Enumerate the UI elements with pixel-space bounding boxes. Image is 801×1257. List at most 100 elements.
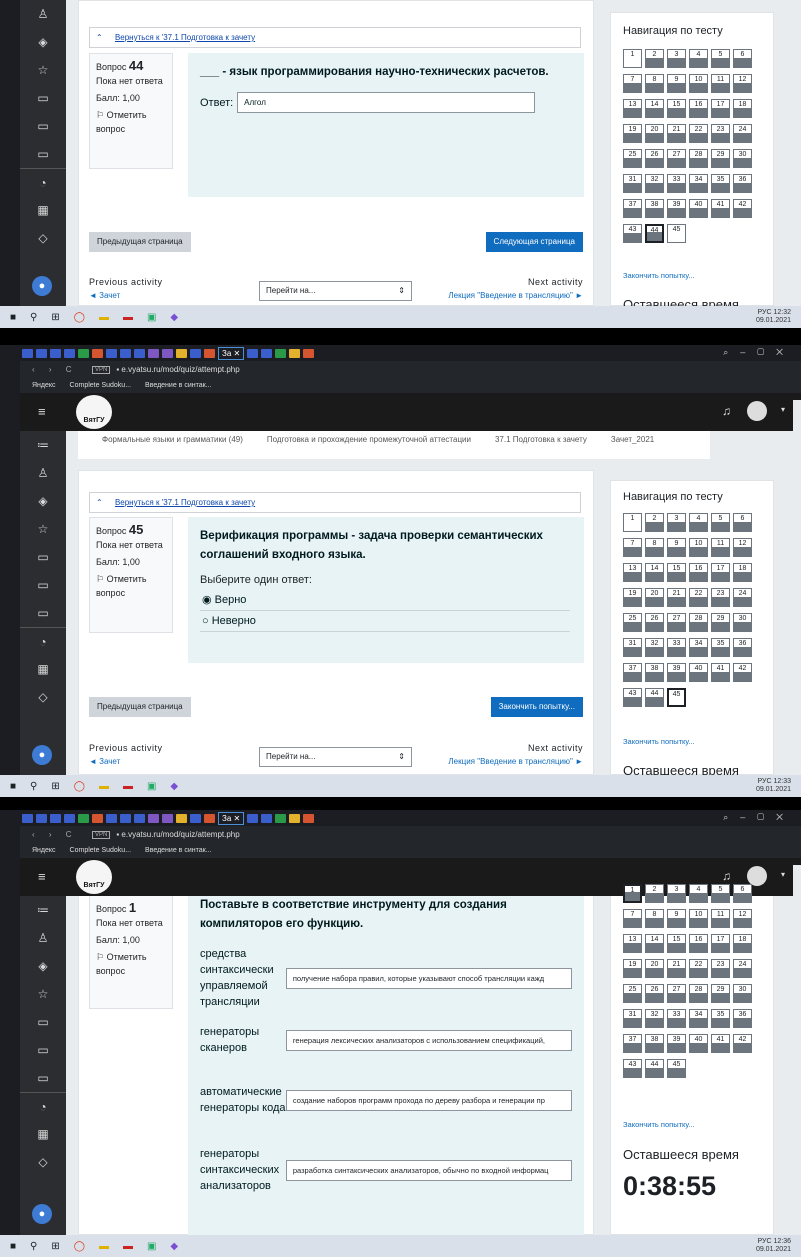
nav-question-5[interactable]: 5 (711, 513, 730, 532)
nav-question-8[interactable]: 8 (645, 74, 664, 93)
back-link[interactable]: ⌃ Вернуться к '37.1 Подготовка к зачету (89, 492, 581, 513)
browser-tab[interactable] (106, 813, 117, 823)
nav-question-2[interactable]: 2 (645, 513, 664, 532)
nav-question-17[interactable]: 17 (711, 99, 730, 118)
browser-tab[interactable] (22, 813, 33, 823)
folder-icon[interactable]: ▭ (20, 543, 66, 571)
nav-question-37[interactable]: 37 (623, 663, 642, 682)
nav-question-10[interactable]: 10 (689, 74, 708, 93)
nav-question-35[interactable]: 35 (711, 638, 730, 657)
nav-arrows-icon[interactable]: ‹ › C (32, 365, 92, 374)
nav-question-2[interactable]: 2 (645, 49, 664, 68)
folder-icon[interactable]: ▭ (20, 1036, 66, 1064)
windows-start-icon[interactable]: ■ (10, 1241, 16, 1252)
nav-question-32[interactable]: 32 (645, 174, 664, 193)
nav-question-3[interactable]: 3 (667, 49, 686, 68)
flag-question[interactable]: ⚐ Отметить вопрос (96, 108, 166, 136)
graduation-icon[interactable]: ◇ (20, 683, 66, 711)
nav-question-24[interactable]: 24 (733, 588, 752, 607)
scrollbar[interactable] (793, 865, 801, 1235)
nav-question-5[interactable]: 5 (711, 884, 730, 903)
star-icon[interactable]: ☆ (20, 515, 66, 543)
browser-tab[interactable] (261, 813, 273, 823)
option-false[interactable]: ○ Неверно (200, 611, 570, 632)
nav-question-13[interactable]: 13 (623, 99, 642, 118)
opera-icon[interactable]: ◯ (74, 312, 85, 323)
list-icon[interactable]: ≔ (20, 431, 66, 459)
nav-question-26[interactable]: 26 (645, 984, 664, 1003)
file-explorer-icon[interactable]: ▬ (99, 781, 109, 792)
file-explorer-icon[interactable]: ▬ (99, 1241, 109, 1252)
nav-question-35[interactable]: 35 (711, 1009, 730, 1028)
nav-question-13[interactable]: 13 (623, 934, 642, 953)
vs-icon[interactable]: ◆ (170, 1241, 178, 1252)
bookmark[interactable]: Введение в синтак... (145, 847, 212, 854)
next-activity-link[interactable]: Лекция "Введение в трансляцию" ► (448, 757, 583, 766)
nav-question-17[interactable]: 17 (711, 563, 730, 582)
nav-question-40[interactable]: 40 (689, 1034, 708, 1053)
breadcrumb-item[interactable]: Формальные языки и грамматики (49) (102, 431, 243, 449)
bookmark[interactable]: Введение в синтак... (145, 382, 212, 389)
browser-tab[interactable] (134, 813, 145, 823)
nav-question-16[interactable]: 16 (689, 563, 708, 582)
app-icon[interactable]: ▬ (123, 1241, 133, 1252)
nav-question-41[interactable]: 41 (711, 1034, 730, 1053)
browser-tab[interactable] (120, 348, 131, 358)
layers-icon[interactable]: ◈ (20, 487, 66, 515)
nav-question-22[interactable]: 22 (689, 588, 708, 607)
browser-tab[interactable] (176, 348, 187, 358)
nav-question-12[interactable]: 12 (733, 538, 752, 557)
nav-question-14[interactable]: 14 (645, 563, 664, 582)
folder-icon[interactable]: ▭ (20, 599, 66, 627)
window-controls[interactable]: ⌕–▢✕ (723, 347, 795, 358)
browser-tab[interactable] (50, 348, 61, 358)
opera-icon[interactable]: ◯ (74, 1241, 85, 1252)
list-icon[interactable]: ≔ (20, 896, 66, 924)
nav-question-36[interactable]: 36 (733, 174, 752, 193)
nav-question-29[interactable]: 29 (711, 149, 730, 168)
menu-icon[interactable]: ≡ (38, 869, 46, 884)
nav-question-8[interactable]: 8 (645, 538, 664, 557)
nav-question-7[interactable]: 7 (623, 74, 642, 93)
folder-icon[interactable]: ▭ (20, 1064, 66, 1092)
nav-question-15[interactable]: 15 (667, 99, 686, 118)
nav-question-28[interactable]: 28 (689, 984, 708, 1003)
browser-tab[interactable] (261, 348, 273, 358)
browser-tab[interactable] (148, 348, 159, 358)
excel-icon[interactable]: ▣ (147, 1241, 156, 1252)
windows-start-icon[interactable]: ■ (10, 312, 16, 323)
folder-icon[interactable]: ▭ (20, 140, 66, 168)
task-view-icon[interactable]: ⊞ (51, 1241, 59, 1252)
site-logo[interactable]: ВятГУ (76, 395, 112, 429)
next-activity-link[interactable]: Лекция "Введение в трансляцию" ► (448, 291, 583, 300)
nav-question-1[interactable]: 1 (623, 884, 642, 903)
nav-question-6[interactable]: 6 (733, 884, 752, 903)
nav-question-18[interactable]: 18 (733, 99, 752, 118)
browser-tab[interactable] (275, 348, 287, 358)
nav-question-41[interactable]: 41 (711, 663, 730, 682)
prev-page-button[interactable]: Предыдущая страница (89, 697, 191, 717)
nav-question-16[interactable]: 16 (689, 99, 708, 118)
nav-question-36[interactable]: 36 (733, 638, 752, 657)
nav-question-41[interactable]: 41 (711, 199, 730, 218)
excel-icon[interactable]: ▣ (147, 312, 156, 323)
nav-question-40[interactable]: 40 (689, 663, 708, 682)
nav-question-4[interactable]: 4 (689, 49, 708, 68)
nav-question-45[interactable]: 45 (667, 1059, 686, 1078)
prev-page-button[interactable]: Предыдущая страница (89, 232, 191, 252)
folder-icon[interactable]: ▭ (20, 571, 66, 599)
nav-question-23[interactable]: 23 (711, 959, 730, 978)
globe-icon[interactable]: ● (32, 276, 52, 296)
nav-question-44[interactable]: 44 (645, 224, 664, 243)
nav-question-1[interactable]: 1 (623, 49, 642, 68)
jump-select[interactable]: ⇕ Перейти на... (259, 281, 412, 301)
nav-question-6[interactable]: 6 (733, 513, 752, 532)
nav-question-5[interactable]: 5 (711, 49, 730, 68)
vpn-badge[interactable]: VPN (92, 830, 111, 839)
browser-tab[interactable] (92, 813, 103, 823)
nav-question-13[interactable]: 13 (623, 563, 642, 582)
nav-question-33[interactable]: 33 (667, 174, 686, 193)
bell-icon[interactable]: ♫ (722, 869, 731, 883)
search-icon[interactable]: ⚲ (30, 781, 37, 792)
task-view-icon[interactable]: ⊞ (51, 312, 59, 323)
